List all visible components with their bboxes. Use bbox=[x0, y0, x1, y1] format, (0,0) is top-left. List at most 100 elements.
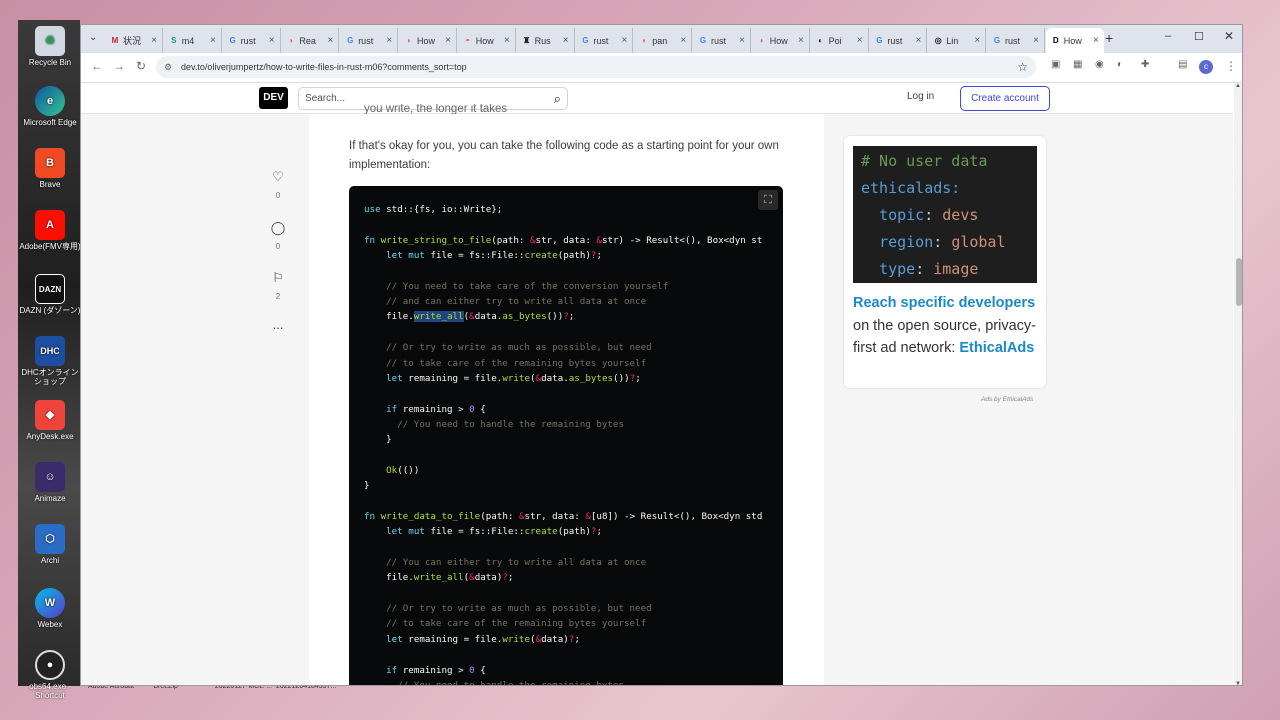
browser-tab[interactable]: Grust × bbox=[987, 28, 1045, 53]
tab-close-icon[interactable]: × bbox=[328, 35, 334, 46]
new-tab-button[interactable]: + bbox=[1105, 30, 1113, 46]
extension-icon[interactable]: ▣ bbox=[1051, 59, 1060, 70]
extension-icon[interactable]: ▦ bbox=[1073, 59, 1082, 70]
tab-title: Rus bbox=[534, 35, 551, 46]
tab-search-icon[interactable]: ⌄ bbox=[89, 32, 97, 43]
bookmark-star-icon[interactable]: ☆ bbox=[1017, 56, 1028, 78]
maximize-button[interactable]: ☐ bbox=[1194, 30, 1204, 43]
ethicalads-card[interactable]: # No user data ethicalads: topic: devs r… bbox=[844, 136, 1046, 388]
comment-button[interactable]: ◯ 0 bbox=[266, 220, 290, 251]
tab-close-icon[interactable]: × bbox=[857, 35, 863, 46]
ads-by-label[interactable]: Ads by EthicalAds bbox=[981, 396, 1033, 403]
browser-tab[interactable]: ◗ How × bbox=[399, 28, 457, 53]
desktop-icon-label: Animaze bbox=[34, 494, 66, 503]
like-button[interactable]: ♡ 0 bbox=[266, 169, 290, 200]
forward-icon[interactable]: → bbox=[113, 59, 125, 73]
tab-close-icon[interactable]: × bbox=[504, 35, 510, 46]
browser-tab[interactable]: Grust × bbox=[575, 28, 634, 53]
extensions-puzzle-icon[interactable]: ✚ bbox=[1141, 59, 1149, 70]
anydesk-icon[interactable]: ◆ AnyDesk.exe bbox=[18, 400, 82, 441]
profile-avatar[interactable]: c bbox=[1199, 60, 1213, 74]
site-info-icon[interactable]: ⚙ bbox=[164, 56, 172, 78]
tab-close-icon[interactable]: × bbox=[916, 35, 922, 46]
tab-close-icon[interactable]: × bbox=[739, 35, 745, 46]
browser-tab[interactable]: ◎ Lin × bbox=[928, 28, 987, 53]
tab-close-icon[interactable]: × bbox=[622, 35, 628, 46]
tab-close-icon[interactable]: × bbox=[1033, 35, 1039, 46]
fullscreen-icon[interactable]: ⛶ bbox=[758, 190, 778, 210]
webex-icon[interactable]: W Webex bbox=[18, 588, 82, 629]
tab-title: How bbox=[475, 35, 494, 46]
scrollbar[interactable]: ▲ ▼ bbox=[1234, 83, 1242, 685]
browser-tab[interactable]: Grust × bbox=[340, 28, 399, 53]
ad-code-key: ethicalads: bbox=[861, 179, 961, 197]
recycle-bin-icon[interactable]: ♻ Recycle Bin bbox=[18, 26, 82, 67]
tab-close-icon[interactable]: × bbox=[445, 35, 451, 46]
adobe-icon[interactable]: A Adobe(FMV専用) bbox=[18, 210, 82, 251]
tab-close-icon[interactable]: × bbox=[269, 35, 275, 46]
tab-favicon: G bbox=[229, 35, 236, 45]
tab-close-icon[interactable]: × bbox=[680, 35, 686, 46]
more-options-button[interactable]: ... bbox=[266, 317, 290, 332]
browser-tab[interactable]: ♜ Rus × bbox=[517, 28, 575, 53]
browser-tab[interactable]: ◓ How × bbox=[458, 28, 516, 53]
extension-icon[interactable]: ◉ bbox=[1095, 59, 1104, 70]
reload-icon[interactable]: ↻ bbox=[136, 59, 146, 73]
browser-tab[interactable]: ◗ pan × bbox=[634, 28, 693, 53]
desktop-icon-label: DHCオンラインショップ bbox=[21, 368, 79, 386]
like-count: 0 bbox=[275, 191, 281, 200]
ellipsis-icon: ... bbox=[272, 317, 284, 332]
tab-close-icon[interactable]: × bbox=[798, 35, 804, 46]
browser-tab[interactable]: M 状況 × bbox=[105, 28, 163, 53]
tab-close-icon[interactable]: × bbox=[151, 35, 157, 46]
browser-tab[interactable]: ◗ How × bbox=[752, 28, 810, 53]
browser-tab[interactable]: Grust × bbox=[223, 28, 281, 53]
tab-close-icon[interactable]: × bbox=[974, 35, 980, 46]
brave-icon[interactable]: B Brave bbox=[18, 148, 82, 189]
code-line: } bbox=[364, 480, 370, 492]
code-line: fn write_string_to_file(path: &str, data… bbox=[364, 234, 763, 246]
search-icon[interactable]: ⌕ bbox=[554, 88, 561, 109]
animaze-icon[interactable]: ☺ Animaze bbox=[18, 462, 82, 503]
obs-icon[interactable]: ● obs64.exe - Shortcut bbox=[18, 650, 82, 700]
browser-tab[interactable]: ◐ Poi × bbox=[811, 28, 869, 53]
browser-tab[interactable]: Grust × bbox=[869, 28, 928, 53]
tab-title: How bbox=[769, 35, 788, 46]
dev-logo[interactable]: DEV bbox=[259, 87, 288, 109]
edge-icon[interactable]: e Microsoft Edge bbox=[18, 86, 82, 127]
desktop-icon-label: AnyDesk.exe bbox=[26, 432, 74, 441]
scrollbar-thumb[interactable] bbox=[1236, 258, 1242, 306]
create-account-button[interactable]: Create account bbox=[960, 86, 1050, 111]
tab-favicon: ◗ bbox=[406, 35, 412, 45]
code-line: // You can either try to write all data … bbox=[364, 557, 647, 569]
desktop-icon-label: Webex bbox=[37, 620, 63, 629]
dhc-icon[interactable]: DHC DHCオンラインショップ bbox=[18, 336, 82, 386]
ad-brand-link[interactable]: EthicalAds bbox=[959, 340, 1034, 356]
browser-tab[interactable]: ◗ Rea × bbox=[281, 28, 340, 53]
url-field[interactable]: ⚙ dev.to/oliverjumpertz/how-to-write-file… bbox=[156, 56, 1036, 78]
back-icon[interactable]: ← bbox=[91, 59, 103, 73]
sidepanel-icon[interactable]: ▤ bbox=[1178, 59, 1187, 70]
tab-close-icon[interactable]: × bbox=[563, 35, 569, 46]
extension-icon[interactable]: ◐ bbox=[1117, 59, 1123, 70]
desktop-icon-label: Archi bbox=[40, 556, 60, 565]
tab-favicon: M bbox=[111, 35, 119, 45]
ad-headline[interactable]: Reach specific developers bbox=[853, 295, 1035, 311]
bookmark-count: 2 bbox=[275, 292, 281, 301]
close-window-button[interactable]: ✕ bbox=[1224, 29, 1234, 43]
tab-close-icon[interactable]: × bbox=[386, 35, 392, 46]
tab-close-icon[interactable]: × bbox=[1093, 35, 1099, 46]
tab-close-icon[interactable]: × bbox=[210, 35, 216, 46]
minimize-button[interactable]: – bbox=[1165, 30, 1171, 42]
browser-tab[interactable]: Sm4 × bbox=[164, 28, 222, 53]
tab-title: How bbox=[417, 35, 436, 46]
archi-icon[interactable]: ⬡ Archi bbox=[18, 524, 82, 565]
menu-kebab-icon[interactable]: ⋮ bbox=[1225, 59, 1237, 73]
tab-favicon: ◐ bbox=[818, 35, 824, 45]
login-link[interactable]: Log in bbox=[907, 91, 934, 102]
browser-tab[interactable]: Grust × bbox=[693, 28, 751, 53]
code-line: // Or try to write as much as possible, … bbox=[364, 603, 652, 615]
browser-tab[interactable]: D How × bbox=[1045, 28, 1104, 53]
bookmark-button[interactable]: ⚐ 2 bbox=[266, 270, 290, 301]
dazn-icon[interactable]: DAZN DAZN (ダゾーン) bbox=[18, 274, 82, 315]
